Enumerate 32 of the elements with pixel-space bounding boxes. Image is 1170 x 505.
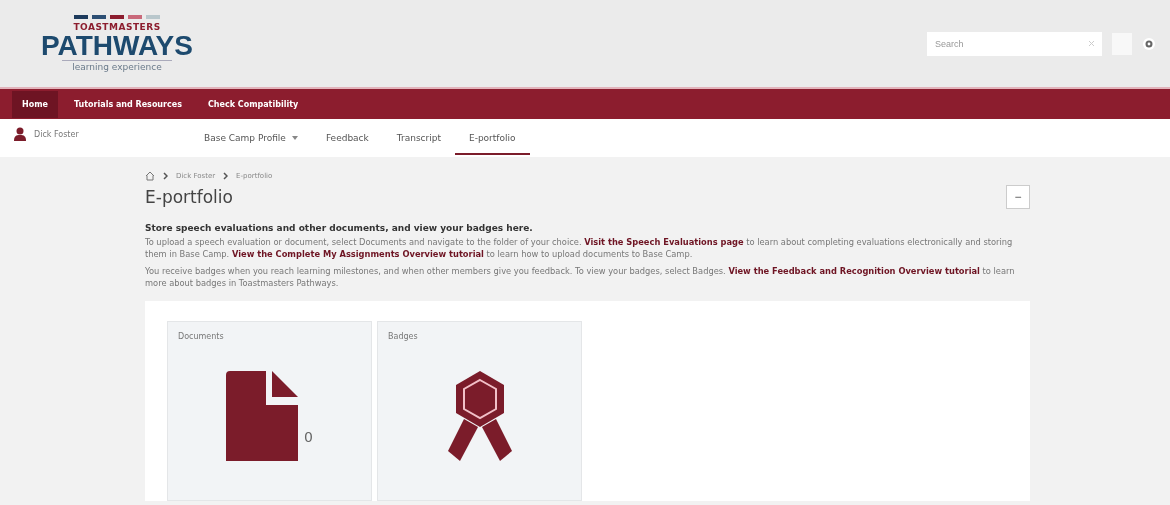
nav-link[interactable]: Home <box>12 90 58 118</box>
nav-link[interactable]: Tutorials and Resources <box>63 90 192 118</box>
collapse-button[interactable]: − <box>1006 185 1030 209</box>
user-name: Dick Foster <box>34 129 79 139</box>
logo-tagline: learning experience <box>62 60 172 72</box>
chevron-icon <box>163 172 168 180</box>
profile-tab[interactable]: Feedback <box>311 121 383 155</box>
card-title: Documents <box>178 332 225 341</box>
tutorial-link[interactable]: Visit the Speech Evaluations page <box>584 237 744 247</box>
document-icon <box>226 371 299 461</box>
portfolio-card[interactable]: Documents 0 <box>167 321 372 501</box>
tutorial-link[interactable]: View the Complete My Assignments Overview tutorial <box>231 249 484 259</box>
nav-link[interactable]: Check Compatibility <box>197 90 309 118</box>
chevron-icon <box>223 172 229 180</box>
caret-icon <box>291 136 298 140</box>
portfolio-card[interactable]: Badges <box>377 321 582 501</box>
intro-heading: Store speech evaluations and other documents, and view your badges here. <box>145 223 534 233</box>
profile-tab[interactable]: E-portfolio <box>454 121 530 155</box>
user-icon <box>14 127 26 141</box>
page-title: E-portfolio <box>145 187 233 207</box>
settings-button[interactable] <box>1142 36 1156 51</box>
document-count: 0 <box>304 429 313 445</box>
home-icon[interactable] <box>145 171 155 181</box>
logo-text: TOASTMASTERS <box>73 22 161 32</box>
logo-title: PATHWAYS <box>41 32 193 60</box>
profile-tab[interactable]: Base Camp Profile <box>190 121 312 155</box>
description-paragraph: To upload a speech evaluation or document, select Documents and navigate to the folder of your choice. Visit the Speech Evaluations page to learn about completing evaluations electronically and storing them in Base Camp. View the Complete My Assignments Overview tutorial to learn how to upload documents to Base Camp. <box>145 236 1014 260</box>
card-title: Badges <box>388 332 419 341</box>
tutorial-link[interactable]: View the Feedback and Recognition Overview tutorial <box>728 266 980 276</box>
description-paragraph: You receive badges when you reach learning milestones, and when other members give you feedback. To view your badges, select Badges. View the Feedback and Recognition Overview tutorial to learn more about badges in Toastmasters Pathways. <box>145 265 1016 289</box>
search-field[interactable]: Search <box>927 31 1102 56</box>
profile-tab[interactable]: Transcript <box>382 121 455 155</box>
